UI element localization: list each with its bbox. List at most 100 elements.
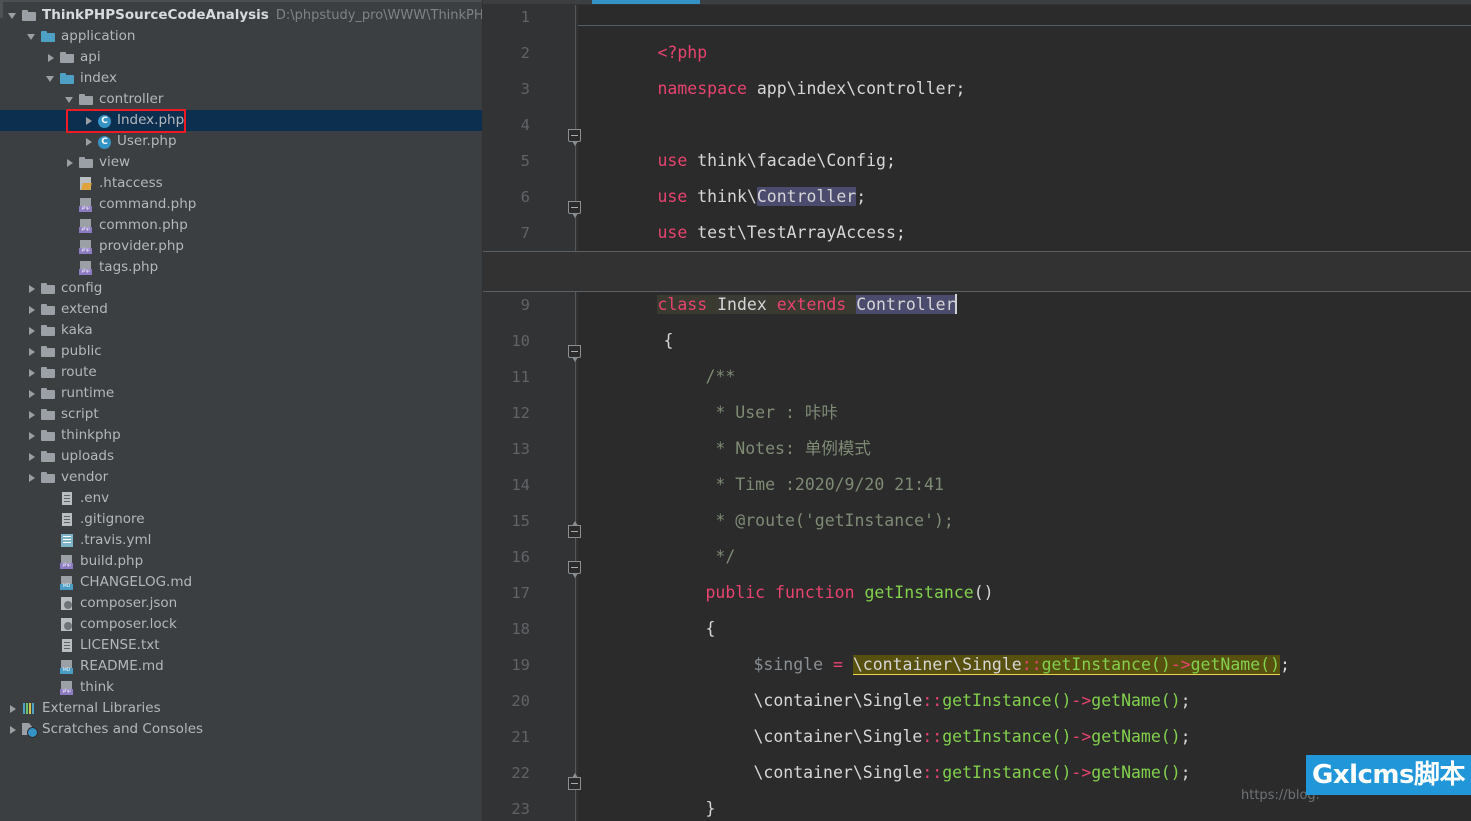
tree-item-extend[interactable]: extend <box>0 299 483 320</box>
tree-item-route[interactable]: route <box>0 362 483 383</box>
tree-item-gitignore[interactable]: .gitignore <box>0 509 483 530</box>
chevron-right-icon[interactable] <box>27 472 38 483</box>
tree-item-thinkphp[interactable]: thinkphp <box>0 425 483 446</box>
tree-item-index[interactable]: index <box>0 68 483 89</box>
folder-src-icon <box>41 29 56 44</box>
tree-item-label: public <box>61 343 102 359</box>
code-line-17: { <box>578 575 715 638</box>
chevron-down-icon[interactable] <box>8 10 19 21</box>
tree-item-controller[interactable]: controller <box>0 89 483 110</box>
chevron-right-icon[interactable] <box>27 451 38 462</box>
chevron-right-icon[interactable] <box>8 724 19 735</box>
tree-item-command-php[interactable]: command.php <box>0 194 483 215</box>
tree-item-label: extend <box>61 301 108 317</box>
tree-item-label: vendor <box>61 469 109 485</box>
chevron-right-icon[interactable] <box>84 136 95 147</box>
php-file-icon <box>79 260 94 275</box>
tree-item-travis-yml[interactable]: .travis.yml <box>0 530 483 551</box>
code-line-5: use think\Controller; <box>578 143 866 206</box>
tree-item-user-php[interactable]: User.php <box>0 131 483 152</box>
code-editor-panel[interactable]: 1234567891011121314151617181920212223 <?… <box>483 0 1471 821</box>
tree-item-license-txt[interactable]: LICENSE.txt <box>0 635 483 656</box>
tree-root-row[interactable]: ThinkPHPSourceCodeAnalysis D:\phpstudy_p… <box>0 5 483 26</box>
line-number: 3 <box>520 80 530 98</box>
chevron-down-icon[interactable] <box>46 73 57 84</box>
tree-item-env[interactable]: .env <box>0 488 483 509</box>
line-number: 5 <box>520 152 530 170</box>
chevron-right-icon[interactable] <box>27 346 38 357</box>
php-file-icon <box>79 218 94 233</box>
folder-icon <box>22 8 37 23</box>
tree-item-config[interactable]: config <box>0 278 483 299</box>
chevron-right-icon[interactable] <box>27 325 38 336</box>
tree-item-runtime[interactable]: runtime <box>0 383 483 404</box>
chevron-right-icon[interactable] <box>46 52 57 63</box>
tree-item-composer-lock[interactable]: composer.lock <box>0 614 483 635</box>
tree-item-label: composer.lock <box>80 616 177 632</box>
method-call-getname: getName() <box>1190 655 1281 674</box>
statement-terminator: ; <box>1280 655 1290 674</box>
chevron-right-icon[interactable] <box>27 304 38 315</box>
tree-item-label: README.md <box>80 658 164 674</box>
code-content[interactable]: <?php namespace app\index\controller; us… <box>578 5 1471 821</box>
tree-item-public[interactable]: public <box>0 341 483 362</box>
tree-item-readme-md[interactable]: README.md <box>0 656 483 677</box>
line-number: 19 <box>511 656 530 674</box>
tree-item-label: index <box>80 70 117 86</box>
line-number: 1 <box>520 8 530 26</box>
tree-item-vendor[interactable]: vendor <box>0 467 483 488</box>
line-number: 15 <box>511 512 530 530</box>
project-root-path: D:\phpstudy_pro\WWW\ThinkPHPSourceCo <box>275 8 483 23</box>
tree-item-label: thinkphp <box>61 427 121 443</box>
folder-icon <box>41 323 56 338</box>
tree-item-build-php[interactable]: build.php <box>0 551 483 572</box>
tree-item-think[interactable]: think <box>0 677 483 698</box>
tree-item-htaccess[interactable]: .htaccess <box>0 173 483 194</box>
line-number: 17 <box>511 584 530 602</box>
tree-item-uploads[interactable]: uploads <box>0 446 483 467</box>
tree-item-changelog-md[interactable]: CHANGELOG.md <box>0 572 483 593</box>
line-number: 6 <box>520 188 530 206</box>
line-number: 18 <box>511 620 530 638</box>
chevron-right-icon[interactable] <box>27 367 38 378</box>
chevron-right-icon[interactable] <box>27 388 38 399</box>
chevron-down-icon[interactable] <box>65 94 76 105</box>
chevron-right-icon[interactable] <box>27 430 38 441</box>
chevron-right-icon[interactable] <box>8 703 19 714</box>
tree-item-tags-php[interactable]: tags.php <box>0 257 483 278</box>
chevron-right-icon[interactable] <box>65 157 76 168</box>
folder-icon <box>41 302 56 317</box>
tree-item-api[interactable]: api <box>0 47 483 68</box>
text-file-icon <box>60 638 75 653</box>
method-parens: () <box>973 583 994 602</box>
tree-item-composer-json[interactable]: composer.json <box>0 593 483 614</box>
tree-item-common-php[interactable]: common.php <box>0 215 483 236</box>
tree-item-application[interactable]: application <box>0 26 483 47</box>
tree-item-index-php[interactable]: Index.php <box>0 110 483 131</box>
code-line-12: * Notes: 单例模式 <box>578 395 870 458</box>
chevron-down-icon[interactable] <box>27 31 38 42</box>
chevron-right-icon[interactable] <box>84 115 95 126</box>
project-tree-panel[interactable]: ThinkPHPSourceCodeAnalysis D:\phpstudy_p… <box>0 0 483 821</box>
code-line-21: \container\Single::getInstance()->getNam… <box>578 719 1190 782</box>
code-line-16: public function getInstance() <box>578 539 993 602</box>
chevron-right-icon[interactable] <box>27 409 38 420</box>
code-line-4: use think\facade\Config; <box>578 107 895 170</box>
tree-item-provider-php[interactable]: provider.php <box>0 236 483 257</box>
chevron-right-icon[interactable] <box>27 283 38 294</box>
tree-item-scratches-and-consoles[interactable]: Scratches and Consoles <box>0 719 483 740</box>
namespace-value: app\index\controller; <box>746 79 966 98</box>
tree-item-script[interactable]: script <box>0 404 483 425</box>
tree-item-label: .gitignore <box>80 511 145 527</box>
panel-top-divider <box>0 0 483 2</box>
tree-item-kaka[interactable]: kaka <box>0 320 483 341</box>
tree-item-external-libraries[interactable]: External Libraries <box>0 698 483 719</box>
tree-item-label: LICENSE.txt <box>80 637 160 653</box>
tree-item-view[interactable]: view <box>0 152 483 173</box>
code-line-11: * User : 咔咔 <box>578 359 837 422</box>
